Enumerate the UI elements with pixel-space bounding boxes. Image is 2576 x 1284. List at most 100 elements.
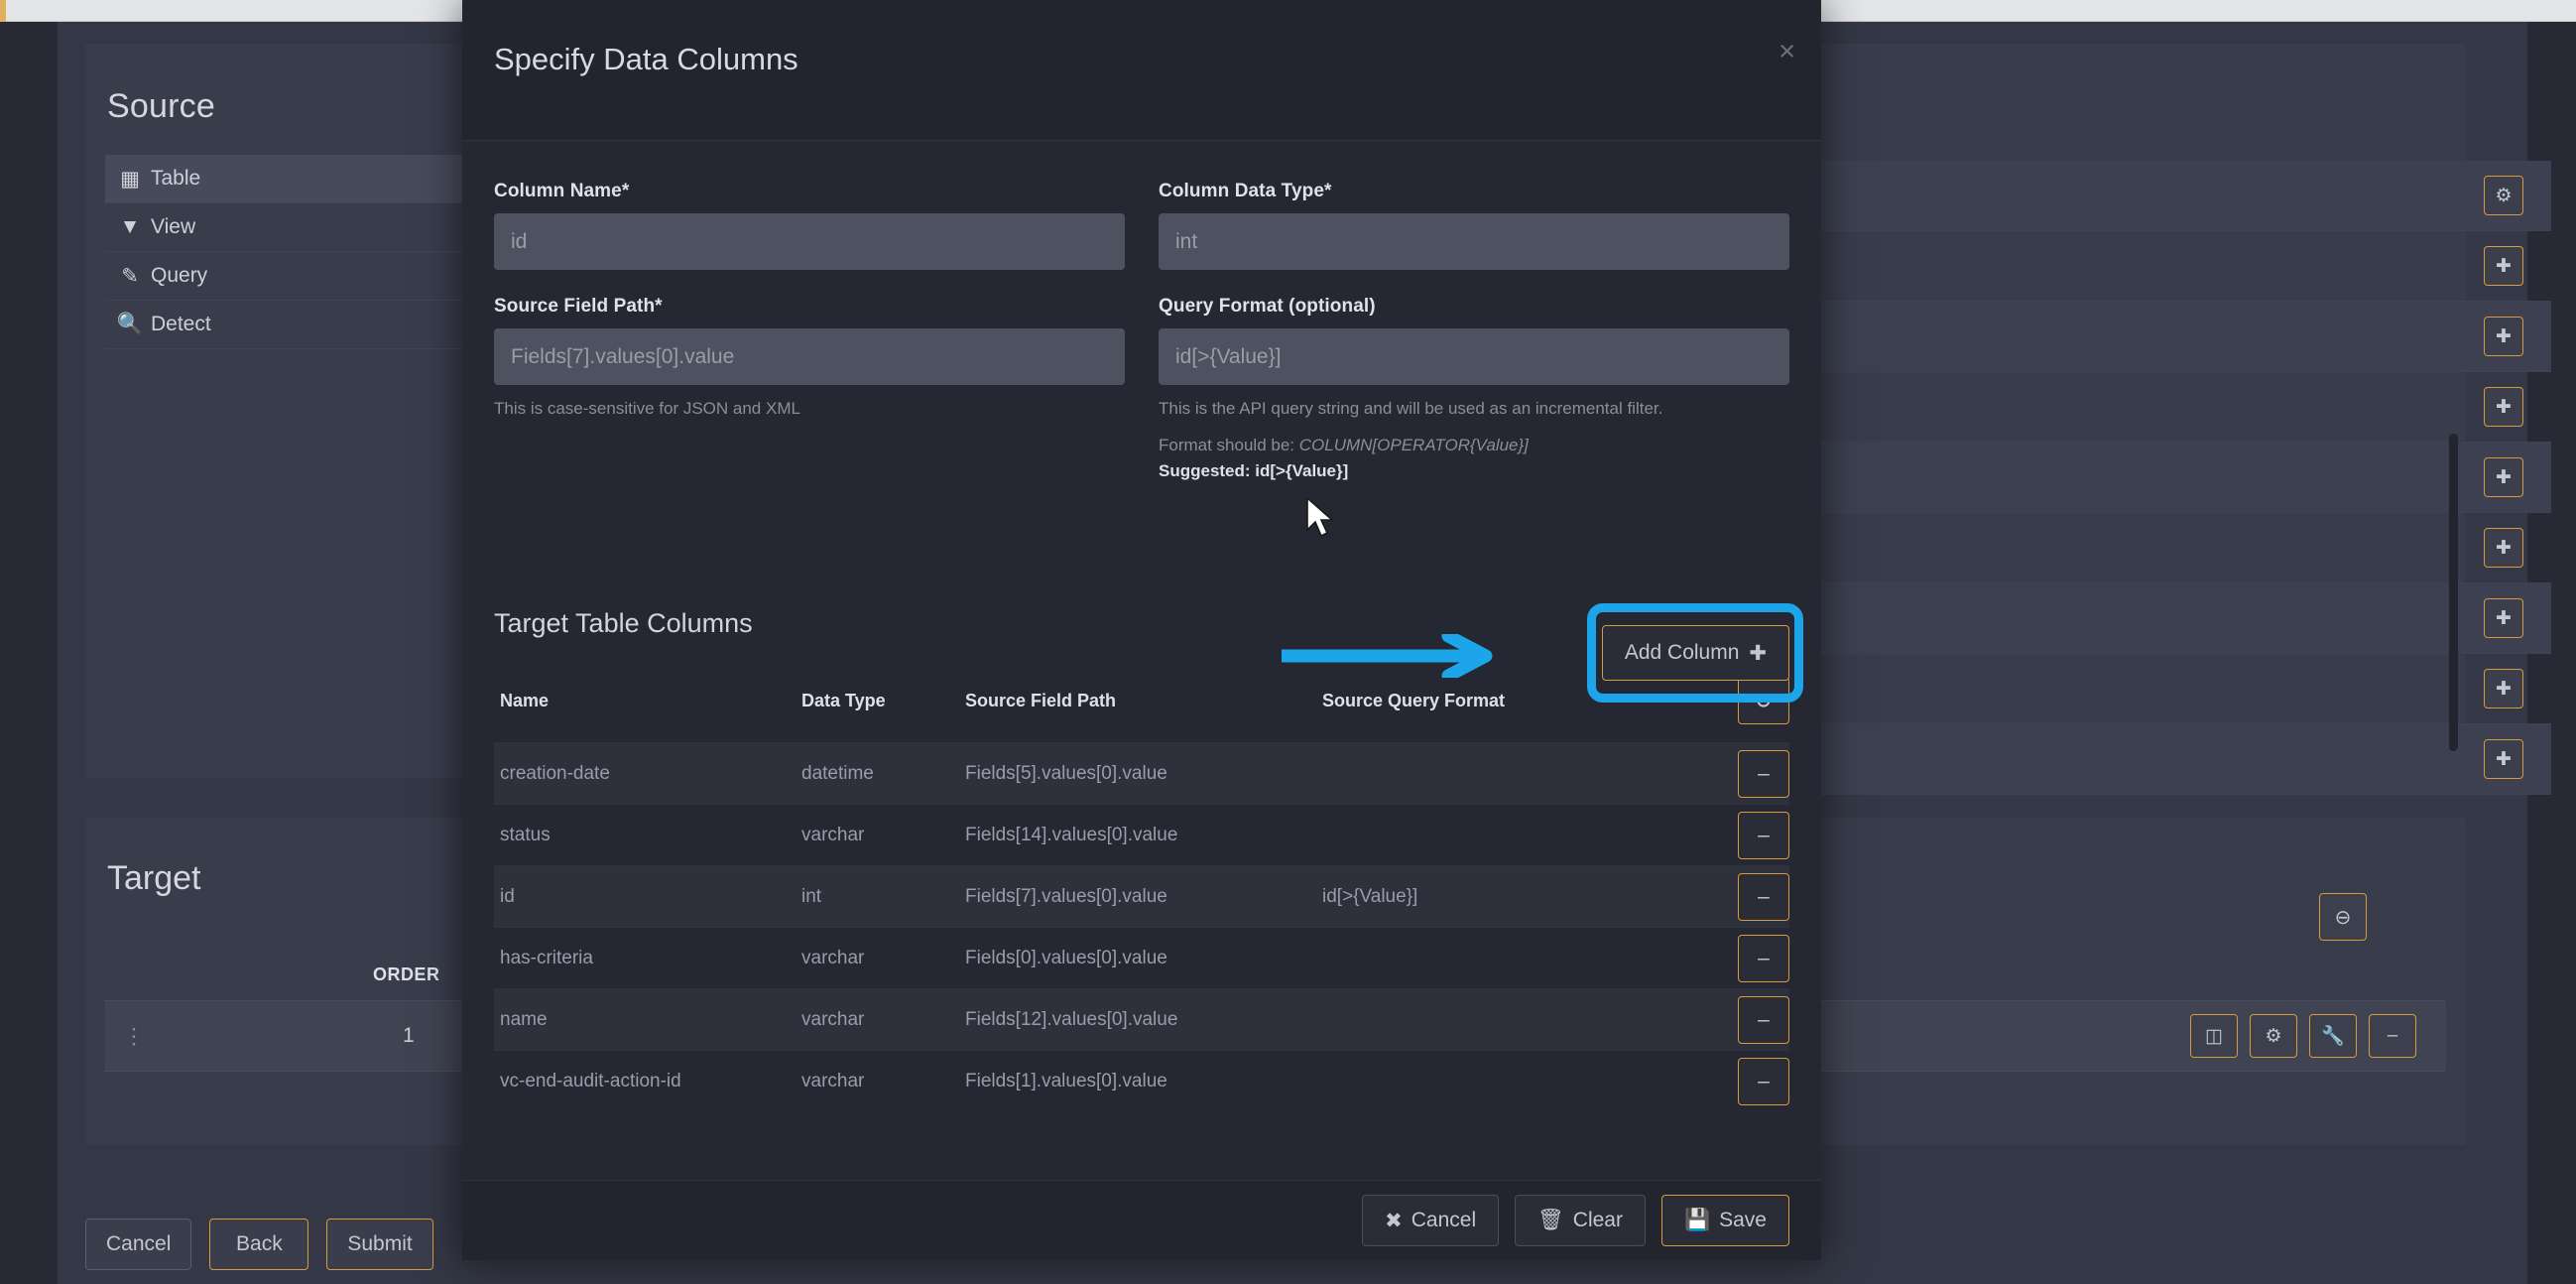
plus-icon[interactable]: ✚ — [2484, 246, 2523, 286]
plus-icon[interactable]: ✚ — [2484, 387, 2523, 427]
app-root: Source ▦ Table ▼ View ✎ Query 🔍 Detect ⚙ — [0, 0, 2576, 1284]
source-panel-title: Source — [107, 87, 215, 125]
minus-icon[interactable]: – — [1738, 811, 1789, 859]
columns-icon[interactable]: ◫ — [2190, 1014, 2238, 1058]
cell-data-type: datetime — [801, 742, 965, 805]
modal-header: Specify Data Columns × — [462, 0, 1821, 141]
target-table-columns: Name Data Type Source Field Path Source … — [494, 677, 1789, 1112]
query-format-label: Query Format (optional) — [1159, 296, 1376, 317]
plus-icon[interactable]: ✚ — [2484, 317, 2523, 356]
query-format-hint-line2: Format should be: COLUMN[OPERATOR{Value}… — [1159, 433, 1789, 458]
column-name-group: Column Name* — [494, 181, 1125, 270]
cell-actions: – — [1698, 988, 1789, 1051]
cell-source-query-format — [1322, 1050, 1698, 1112]
cell-name: vc-end-audit-action-id — [494, 1050, 801, 1112]
plus-icon[interactable]: ✚ — [2484, 669, 2523, 708]
sidebar-item-label: Detect — [151, 313, 211, 335]
column-header-source-field-path: Source Field Path — [965, 690, 1117, 710]
query-format-hint-pattern: COLUMN[OPERATOR{Value}] — [1298, 435, 1529, 454]
close-icon: ✖ — [1385, 1209, 1403, 1232]
column-header-actions: ⊖ — [1698, 677, 1789, 743]
drag-handle-icon[interactable]: ⋮ — [123, 1025, 145, 1048]
minus-icon[interactable]: – — [1738, 995, 1789, 1044]
column-name-input[interactable] — [494, 213, 1125, 270]
plus-icon[interactable]: ✚ — [2484, 528, 2523, 568]
gear-icon[interactable]: ⚙ — [2484, 176, 2523, 215]
cell-source-field-path: Fields[1].values[0].value — [965, 1050, 1322, 1112]
minus-icon[interactable]: – — [1738, 934, 1789, 982]
modal-footer: ✖ Cancel 🗑 Clear 💾 Save — [462, 1180, 1821, 1260]
wrench-icon[interactable]: 🔧 — [2309, 1014, 2357, 1058]
cell-name: creation-date — [494, 742, 801, 805]
submit-button[interactable]: Submit — [326, 1219, 433, 1270]
column-form: Column Name* Column Data Type* — [494, 181, 1789, 270]
table-row[interactable]: name varchar Fields[12].values[0].value … — [494, 988, 1789, 1051]
query-format-hint-line1: This is the API query string and will be… — [1159, 399, 1663, 418]
scrollbar-thumb[interactable] — [2449, 434, 2458, 751]
cell-actions: – — [1698, 927, 1789, 989]
column-data-type-input[interactable] — [1159, 213, 1789, 270]
query-format-group: Query Format (optional) This is the API … — [1159, 296, 1789, 481]
order-value: 1 — [403, 1024, 415, 1047]
source-field-path-input[interactable] — [494, 328, 1125, 385]
column-form-row2: Source Field Path* This is case-sensitiv… — [494, 296, 1789, 481]
minus-icon[interactable]: – — [1738, 872, 1789, 921]
table-body: creation-date datetime Fields[5].values[… — [494, 742, 1789, 1112]
minus-circle-icon[interactable]: ⊖ — [2319, 893, 2367, 941]
search-icon: 🔍 — [116, 313, 144, 335]
source-field-path-group: Source Field Path* This is case-sensitiv… — [494, 296, 1125, 481]
query-format-input[interactable] — [1159, 328, 1789, 385]
cell-name: status — [494, 804, 801, 866]
plus-icon[interactable]: ✚ — [2484, 739, 2523, 779]
back-button[interactable]: Back — [209, 1219, 309, 1270]
sidebar-item-label: Query — [151, 264, 208, 287]
table-row[interactable]: has-criteria varchar Fields[0].values[0]… — [494, 927, 1789, 989]
save-button[interactable]: 💾 Save — [1660, 1195, 1789, 1246]
save-label: Save — [1719, 1209, 1767, 1231]
minus-icon[interactable]: – — [2369, 1014, 2416, 1058]
target-row-actions: ◫ ⚙ 🔧 – — [2190, 1014, 2416, 1058]
annotation-arrow-icon — [1282, 634, 1493, 678]
source-list-scrollbar[interactable] — [2449, 161, 2458, 816]
cell-source-field-path: Fields[14].values[0].value — [965, 804, 1322, 866]
order-column-header: ORDER — [373, 964, 440, 984]
trash-icon: 🗑 — [1537, 1209, 1564, 1231]
cell-source-field-path: Fields[12].values[0].value — [965, 988, 1322, 1051]
table-row[interactable]: vc-end-audit-action-id varchar Fields[1]… — [494, 1050, 1789, 1112]
cell-actions: – — [1698, 742, 1789, 805]
plus-icon[interactable]: ✚ — [2484, 457, 2523, 497]
cell-source-query-format — [1322, 988, 1698, 1051]
cancel-label: Cancel — [1411, 1209, 1477, 1231]
add-column-button[interactable]: Add Column ✚ — [1601, 625, 1789, 681]
add-column-label: Add Column — [1624, 641, 1740, 664]
cancel-button[interactable]: ✖ Cancel — [1362, 1195, 1500, 1246]
column-name-label: Column Name* — [494, 181, 630, 201]
table-row[interactable]: creation-date datetime Fields[5].values[… — [494, 742, 1789, 805]
column-data-type-label: Column Data Type* — [1159, 181, 1332, 201]
source-field-path-hint: This is case-sensitive for JSON and XML — [494, 399, 800, 418]
minus-icon[interactable]: – — [1738, 1057, 1789, 1105]
gear-icon[interactable]: ⚙ — [2250, 1014, 2297, 1058]
cell-data-type: int — [801, 865, 965, 928]
column-header-name: Name — [500, 690, 550, 710]
cell-data-type: varchar — [801, 804, 965, 866]
minus-icon[interactable]: – — [1738, 749, 1789, 798]
close-icon[interactable]: × — [1779, 38, 1795, 66]
cell-data-type: varchar — [801, 927, 965, 989]
minus-circle-icon[interactable]: ⊖ — [1738, 677, 1789, 724]
clear-button[interactable]: 🗑 Clear — [1515, 1195, 1646, 1246]
chrome-accent-edge — [0, 0, 6, 22]
cell-source-field-path: Fields[7].values[0].value — [965, 865, 1322, 928]
query-format-hint-prefix: Format should be: — [1159, 435, 1299, 454]
cell-source-query-format: id[>{Value}] — [1322, 865, 1698, 928]
table-row[interactable]: status varchar Fields[14].values[0].valu… — [494, 804, 1789, 866]
cancel-button[interactable]: Cancel — [85, 1219, 192, 1270]
query-format-suggested: Suggested: id[>{Value}] — [1159, 461, 1349, 480]
table-row[interactable]: id int Fields[7].values[0].value id[>{Va… — [494, 865, 1789, 928]
cell-actions: – — [1698, 865, 1789, 928]
cell-source-query-format — [1322, 742, 1698, 805]
plus-icon[interactable]: ✚ — [2484, 598, 2523, 638]
clear-label: Clear — [1572, 1209, 1623, 1231]
table-icon: ▦ — [120, 167, 140, 191]
save-icon: 💾 — [1683, 1209, 1711, 1231]
